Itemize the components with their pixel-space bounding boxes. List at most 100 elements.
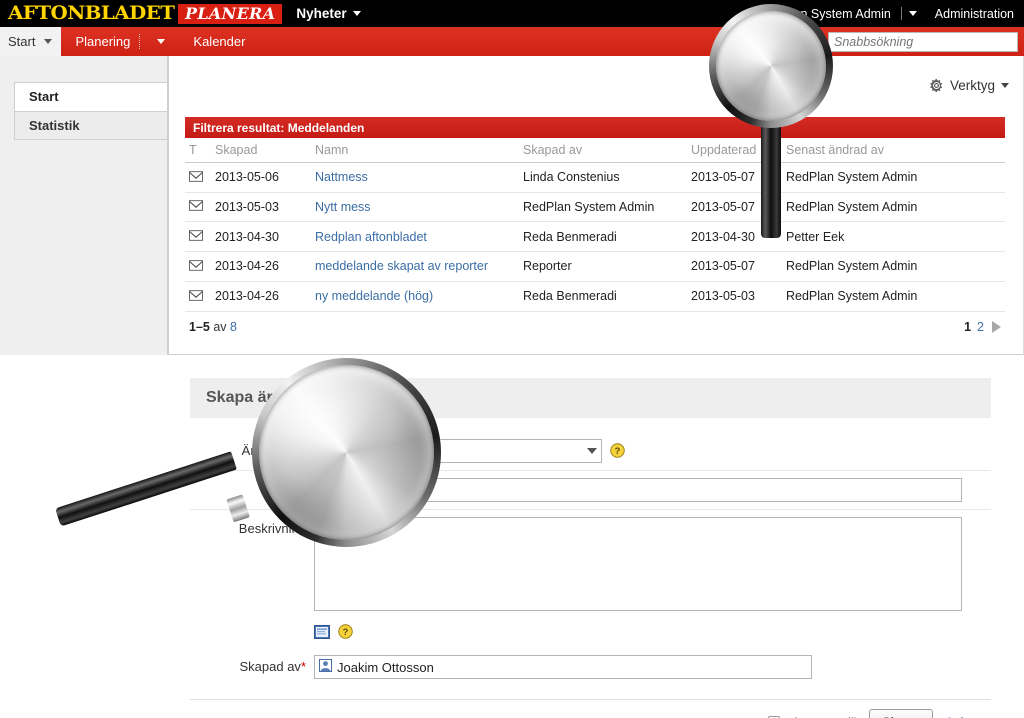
nav-item-start[interactable]: Start xyxy=(0,27,62,56)
row-type-icon-cell xyxy=(185,221,211,253)
row-created: 2013-05-06 xyxy=(211,162,311,193)
column-header-type[interactable]: T xyxy=(185,138,211,163)
required-marker: * xyxy=(300,659,306,674)
form-title-bar: Skapa ärende xyxy=(190,378,991,418)
row-name[interactable]: meddelande skapat av reporter xyxy=(311,251,519,282)
gear-icon xyxy=(929,78,944,93)
create-another-checkbox-wrap[interactable]: Skapa en till xyxy=(767,715,857,718)
pagination-range: 1–5 xyxy=(189,319,210,334)
column-header-updated[interactable]: Uppdaterad xyxy=(687,138,782,163)
quick-search-input[interactable] xyxy=(828,31,1018,52)
column-header-created-by[interactable]: Skapad av xyxy=(519,138,687,163)
pagination-summary: 1–5 av 8 xyxy=(189,320,237,334)
tools-label: Verktyg xyxy=(949,78,995,93)
filter-results-bar: Filtrera resultat: Meddelanden xyxy=(185,117,1005,138)
table-row[interactable]: 2013-04-30 Redplan aftonbladet Reda Benmer… xyxy=(185,221,1005,253)
description-textarea[interactable] xyxy=(314,517,962,611)
description-toolbar: ? xyxy=(190,618,991,644)
row-name[interactable]: ny meddelande (hög) xyxy=(311,281,519,312)
sidebar-item-start-label: Start xyxy=(29,89,59,104)
nav-item-planering-label: Planering xyxy=(75,34,131,49)
row-modified-by: RedPlan System Admin xyxy=(782,162,1005,193)
user-menu-chevron-down-icon[interactable] xyxy=(908,11,917,16)
row-name-link[interactable]: ny meddelande (hög) xyxy=(315,289,433,303)
tools-menu[interactable]: Verktyg xyxy=(929,78,1009,93)
chevron-down-icon xyxy=(1001,83,1009,88)
name-input[interactable] xyxy=(314,478,962,502)
pagination-page-1[interactable]: 1 xyxy=(964,320,971,334)
planera-logo[interactable]: PLANERA xyxy=(178,3,283,24)
table-row[interactable]: 2013-05-06 Nattmess Linda Constenius 2013-0… xyxy=(185,162,1005,193)
nav-item-planering[interactable]: Planering xyxy=(61,27,136,56)
current-user-label[interactable]: RedPlan System Admin xyxy=(759,7,890,21)
row-name[interactable]: Nattmess xyxy=(311,162,519,193)
row-name[interactable]: Nytt mess xyxy=(311,192,519,223)
create-case-button[interactable]: Skapa ärende xyxy=(714,34,828,49)
topnav-nyheter-label: Nyheter xyxy=(296,6,347,21)
table-row[interactable]: 2013-04-26 meddelande skapat av reporter R… xyxy=(185,251,1005,282)
mail-icon xyxy=(189,260,203,274)
case-type-select[interactable]: Meddelande xyxy=(314,439,602,463)
pagination-page-2[interactable]: 2 xyxy=(977,320,984,334)
chevron-down-icon xyxy=(157,39,166,44)
global-header: AFTONBLADET PLANERA Nyheter RedPlan Syst… xyxy=(0,0,1024,27)
row-name-link[interactable]: Redplan aftonbladet xyxy=(315,230,427,244)
row-created-by: Reda Benmeradi xyxy=(519,281,687,312)
case-type-value: Meddelande xyxy=(338,443,410,459)
left-sidebar: Start Statistik xyxy=(0,56,168,355)
row-updated: 2013-04-30 xyxy=(687,221,782,253)
table-row[interactable]: 2013-05-03 Nytt mess RedPlan System Admin 2… xyxy=(185,192,1005,223)
table-row[interactable]: 2013-04-26 ny meddelande (hög) Reda Benmer… xyxy=(185,281,1005,312)
form-row-created-by: Skapad av* Joakim Ottosson xyxy=(190,644,991,686)
column-header-created[interactable]: Skapad xyxy=(211,138,311,163)
results-table-body: 2013-05-06 Nattmess Linda Constenius 2013-0… xyxy=(185,162,1005,312)
sidebar-item-start[interactable]: Start xyxy=(14,82,167,111)
column-header-name[interactable]: Namn xyxy=(311,138,519,163)
mail-icon xyxy=(189,289,203,304)
row-updated: 2013-05-03 xyxy=(687,281,782,312)
row-name-link[interactable]: Nattmess xyxy=(315,170,368,184)
sidebar-item-statistik[interactable]: Statistik xyxy=(14,111,167,140)
form-title: Skapa ärende xyxy=(206,389,311,406)
form-row-name: Namn* xyxy=(190,471,991,510)
created-by-picker[interactable]: Joakim Ottosson xyxy=(314,655,812,679)
row-created: 2013-05-03 xyxy=(211,192,311,223)
chevron-down-icon xyxy=(352,11,361,16)
aftonbladet-logo[interactable]: AFTONBLADET xyxy=(8,4,175,23)
content-panel: Verktyg Filtrera resultat: Meddelanden T… xyxy=(168,56,1024,355)
administration-link[interactable]: Administration xyxy=(935,7,1014,21)
field-description xyxy=(308,517,991,611)
help-icon[interactable]: ? xyxy=(338,624,353,644)
results-section: Filtrera resultat: Meddelanden T Skapad … xyxy=(185,117,1005,334)
label-name-text: Namn xyxy=(266,482,301,497)
nav-planering-menu[interactable] xyxy=(143,27,179,56)
main-navigation: Start Planering Kalender Skapa ärende xyxy=(0,27,1024,56)
row-name[interactable]: Redplan aftonbladet xyxy=(311,221,519,253)
pagination-next-icon[interactable] xyxy=(992,320,1001,333)
nav-item-kalender-label: Kalender xyxy=(193,34,246,49)
app-root: AFTONBLADET PLANERA Nyheter RedPlan Syst… xyxy=(0,0,1024,718)
row-name-link[interactable]: meddelande skapat av reporter xyxy=(315,259,488,273)
help-icon[interactable]: ? xyxy=(610,443,625,458)
column-header-modified-by[interactable]: Senast ändrad av xyxy=(782,138,1005,163)
cancel-link[interactable]: Avbryt xyxy=(945,715,983,718)
submit-button[interactable]: Skapa xyxy=(868,709,933,718)
body-area: Start Statistik Verktyg Filtrera resulta… xyxy=(0,56,1024,718)
row-name-link[interactable]: Nytt mess xyxy=(315,200,371,214)
rich-text-editor-icon[interactable] xyxy=(314,624,330,644)
create-case-label: Skapa ärende xyxy=(737,34,818,49)
pagination-total[interactable]: 8 xyxy=(230,320,237,334)
nav-item-kalender[interactable]: Kalender xyxy=(179,27,259,56)
chevron-down-icon[interactable] xyxy=(587,448,597,454)
row-updated: 2013-05-07 xyxy=(687,162,782,193)
chevron-down-icon[interactable] xyxy=(44,39,53,44)
topnav-nyheter[interactable]: Nyheter xyxy=(296,6,361,21)
results-table: T Skapad Namn Skapad av Uppdaterad Senas… xyxy=(185,138,1005,312)
label-created-by-text: Skapad av xyxy=(239,659,301,674)
row-modified-by: RedPlan System Admin xyxy=(782,281,1005,312)
results-table-head: T Skapad Namn Skapad av Uppdaterad Senas… xyxy=(185,138,1005,163)
row-modified-by: Petter Eek xyxy=(782,221,1005,253)
divider xyxy=(900,7,902,20)
case-type-selected: Meddelande xyxy=(319,444,410,459)
row-created-by: RedPlan System Admin xyxy=(519,192,687,223)
